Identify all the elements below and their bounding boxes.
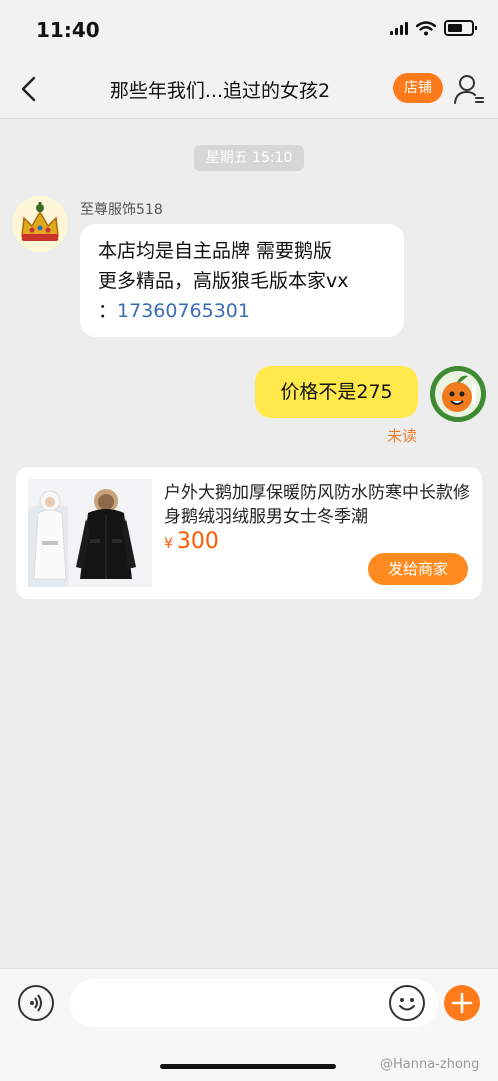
- outgoing-message-bubble: 价格不是275: [255, 366, 418, 418]
- nav-bar: 那些年我们...追过的女孩2 店铺: [0, 60, 498, 119]
- incoming-message-bubble: 本店均是自主品牌 需要鹅版 更多精品，高版狼毛版本家vx ：1736076530…: [80, 224, 404, 337]
- currency-symbol: ¥: [164, 536, 173, 552]
- voice-icon[interactable]: [18, 985, 54, 1021]
- wifi-icon: [416, 20, 436, 35]
- home-indicator: [160, 1064, 336, 1069]
- back-chevron-icon[interactable]: [14, 72, 48, 106]
- status-bar: 11:40: [0, 0, 498, 60]
- cellular-signal-icon: [390, 21, 408, 35]
- product-card[interactable]: 户外大鹅加厚保暖防风防水防寒中长款修身鹅绒羽绒服男女士冬季潮 ¥300 发给商家: [16, 467, 482, 599]
- send-to-seller-button[interactable]: 发给商家: [368, 553, 468, 585]
- orange-character-avatar-icon: [430, 366, 486, 422]
- battery-icon: [444, 20, 477, 36]
- my-avatar[interactable]: [430, 366, 486, 422]
- emoji-icon[interactable]: [389, 985, 425, 1021]
- sender-name: 至尊服饰518: [80, 202, 163, 218]
- message-colon: ：: [98, 300, 118, 322]
- product-image[interactable]: [28, 479, 152, 587]
- message-timestamp: 星期五 15:10: [194, 145, 304, 171]
- crown-avatar-icon: [12, 196, 68, 252]
- phone-number-link[interactable]: 17360765301: [117, 300, 250, 322]
- message-input[interactable]: [70, 979, 438, 1027]
- product-title[interactable]: 户外大鹅加厚保暖防风防水防寒中长款修身鹅绒羽绒服男女士冬季潮: [164, 481, 470, 529]
- input-bar: @Hanna-zhong: [0, 968, 498, 1081]
- message-line: 更多精品，高版狼毛版本家vx: [98, 270, 349, 292]
- plus-icon[interactable]: [444, 985, 480, 1021]
- unread-status: 未读: [387, 427, 418, 445]
- status-time: 11:40: [36, 18, 100, 42]
- message-line: 本店均是自主品牌 需要鹅版: [98, 240, 333, 262]
- status-icons: [390, 20, 477, 36]
- price-value: 300: [176, 529, 219, 554]
- watermark: @Hanna-zhong: [380, 1057, 480, 1072]
- chat-title: 那些年我们...追过的女孩2: [109, 80, 331, 102]
- product-price: ¥300: [164, 529, 219, 554]
- seller-avatar[interactable]: [12, 196, 68, 252]
- message-line: ：17360765301: [98, 296, 386, 326]
- user-profile-icon[interactable]: [452, 72, 486, 106]
- shop-button[interactable]: 店铺: [393, 73, 443, 103]
- jacket-photo-icon: [28, 479, 152, 587]
